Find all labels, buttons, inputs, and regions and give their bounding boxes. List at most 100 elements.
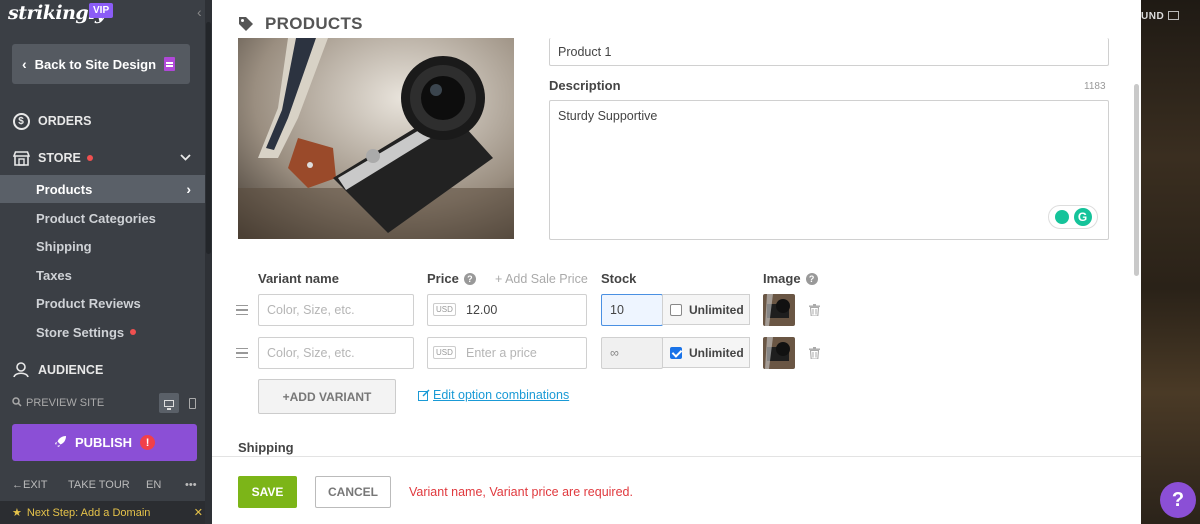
description-label: Description — [549, 78, 621, 93]
sidebar-item-audience[interactable]: AUDIENCE — [0, 360, 205, 380]
warning-icon: ! — [140, 435, 156, 450]
currency-badge: USD — [433, 346, 456, 359]
edit-option-combinations-label: Edit option combinations — [433, 388, 570, 402]
help-icon[interactable]: ? — [463, 272, 476, 285]
language-link[interactable]: EN — [146, 479, 161, 491]
dollar-icon: $ — [12, 112, 30, 130]
product-name-field[interactable]: Product 1 — [549, 38, 1109, 66]
save-button[interactable]: SAVE — [238, 476, 297, 508]
character-count: 1183 — [1084, 81, 1106, 92]
edit-icon — [418, 389, 430, 401]
stock-value: ∞ — [610, 346, 619, 360]
unlimited-toggle[interactable]: Unlimited — [662, 294, 750, 325]
store-icon — [12, 149, 30, 167]
sidebar-item-taxes[interactable]: Taxes — [0, 261, 205, 289]
preview-strip-text: UND — [1141, 11, 1165, 22]
next-step-banner[interactable]: ★ Next Step: Add a Domain ✕ — [0, 501, 212, 524]
sidebar-item-shipping[interactable]: Shipping — [0, 232, 205, 260]
sidebar-scrollbar[interactable] — [205, 0, 212, 524]
publish-button[interactable]: PUBLISH ! — [12, 424, 197, 461]
help-icon[interactable]: ? — [805, 272, 818, 285]
price-placeholder: Enter a price — [466, 346, 537, 360]
chevron-down-icon — [180, 152, 191, 164]
star-icon: ★ — [12, 507, 22, 519]
price-value: 12.00 — [466, 303, 498, 317]
vip-badge: VIP — [89, 3, 114, 18]
variant-image-thumbnail[interactable] — [763, 294, 795, 326]
stock-header: Stock — [601, 271, 637, 286]
stock-value: 10 — [610, 303, 624, 317]
trash-icon[interactable] — [809, 304, 820, 316]
grammarly-widget[interactable]: G — [1048, 205, 1098, 229]
desktop-preview-icon[interactable] — [159, 393, 179, 413]
shipping-label: Shipping — [36, 238, 92, 254]
unlimited-toggle[interactable]: Unlimited — [662, 337, 750, 368]
variant-image-thumbnail[interactable] — [763, 337, 795, 369]
unlimited-label: Unlimited — [689, 302, 744, 317]
edit-option-combinations-link[interactable]: Edit option combinations — [418, 388, 569, 402]
variant-name-input[interactable]: Color, Size, etc. — [258, 337, 414, 369]
chevron-right-icon: › — [186, 181, 191, 197]
stock-input[interactable]: 10 — [601, 294, 663, 326]
trash-icon[interactable] — [809, 347, 820, 359]
stock-input[interactable]: ∞ — [601, 337, 663, 369]
variant-name-placeholder: Color, Size, etc. — [267, 303, 355, 317]
description-textarea[interactable]: Sturdy Supportive — [549, 100, 1109, 240]
sidebar-item-store-settings[interactable]: Store Settings — [0, 318, 205, 346]
editor-footer: SAVE CANCEL Variant name, Variant price … — [212, 456, 1141, 524]
audience-label: AUDIENCE — [38, 363, 104, 377]
sidebar-item-store[interactable]: STORE — [0, 148, 205, 168]
preview-site-row: PREVIEW SITE — [12, 393, 198, 413]
help-button[interactable]: ? — [1160, 482, 1196, 518]
product-name-value: Product 1 — [558, 44, 612, 59]
add-variant-button[interactable]: +ADD VARIANT — [258, 379, 396, 414]
page-title: PRODUCTS — [238, 14, 363, 34]
drag-handle-icon[interactable] — [236, 305, 248, 315]
take-tour-link[interactable]: TAKE TOUR — [68, 479, 130, 491]
variant-name-placeholder: Color, Size, etc. — [267, 346, 355, 360]
close-icon[interactable]: ✕ — [194, 506, 203, 519]
product-reviews-label: Product Reviews — [36, 295, 141, 311]
next-step-label: Next Step: Add a Domain — [26, 506, 151, 519]
products-label: Products — [36, 181, 93, 197]
publish-label: PUBLISH — [74, 435, 133, 450]
sidebar-item-products[interactable]: Products › — [0, 175, 205, 203]
price-header: Price ? — [427, 271, 476, 286]
product-image[interactable] — [238, 38, 514, 239]
mobile-preview-icon[interactable] — [182, 393, 202, 413]
grammarly-icon: G — [1073, 208, 1092, 226]
chevron-left-icon: ‹ — [22, 56, 27, 72]
variant-name-header: Variant name — [258, 271, 339, 286]
description-value: Sturdy Supportive — [558, 109, 658, 123]
preview-site-link[interactable]: PREVIEW SITE — [26, 397, 104, 409]
price-input[interactable]: USD Enter a price — [427, 337, 587, 369]
panel-scrollbar[interactable] — [1133, 0, 1141, 454]
product-categories-label: Product Categories — [36, 210, 156, 226]
price-input[interactable]: USD 12.00 — [427, 294, 587, 326]
variant-name-input[interactable]: Color, Size, etc. — [258, 294, 414, 326]
exit-link[interactable]: ← EXIT — [12, 479, 47, 491]
taxes-label: Taxes — [36, 267, 72, 283]
back-button-label: Back to Site Design — [34, 56, 157, 72]
unlimited-checkbox[interactable] — [670, 303, 682, 316]
add-sale-price-link[interactable]: + Add Sale Price — [495, 272, 588, 286]
unlimited-checkbox[interactable] — [670, 346, 682, 359]
image-header-label: Image — [763, 271, 801, 286]
price-header-label: Price — [427, 271, 459, 286]
sidebar-item-orders[interactable]: $ ORDERS — [0, 111, 205, 131]
image-icon[interactable] — [1168, 11, 1179, 20]
audience-icon — [12, 361, 30, 379]
image-header: Image ? — [763, 271, 818, 286]
tag-icon — [239, 17, 253, 31]
drag-handle-icon[interactable] — [236, 348, 248, 358]
store-settings-label: Store Settings — [36, 324, 125, 340]
page-icon — [164, 57, 176, 71]
more-icon[interactable]: ••• — [185, 479, 197, 491]
back-to-site-design-button[interactable]: ‹ Back to Site Design — [12, 44, 190, 84]
sidebar-item-product-categories[interactable]: Product Categories — [0, 204, 205, 232]
cancel-button[interactable]: CANCEL — [315, 476, 391, 508]
collapse-sidebar-icon[interactable]: ‹ — [197, 4, 202, 20]
sidebar-bottom-links: ← EXIT TAKE TOUR EN ••• — [12, 479, 200, 493]
sidebar-item-product-reviews[interactable]: Product Reviews — [0, 289, 205, 317]
currency-badge: USD — [433, 303, 456, 316]
